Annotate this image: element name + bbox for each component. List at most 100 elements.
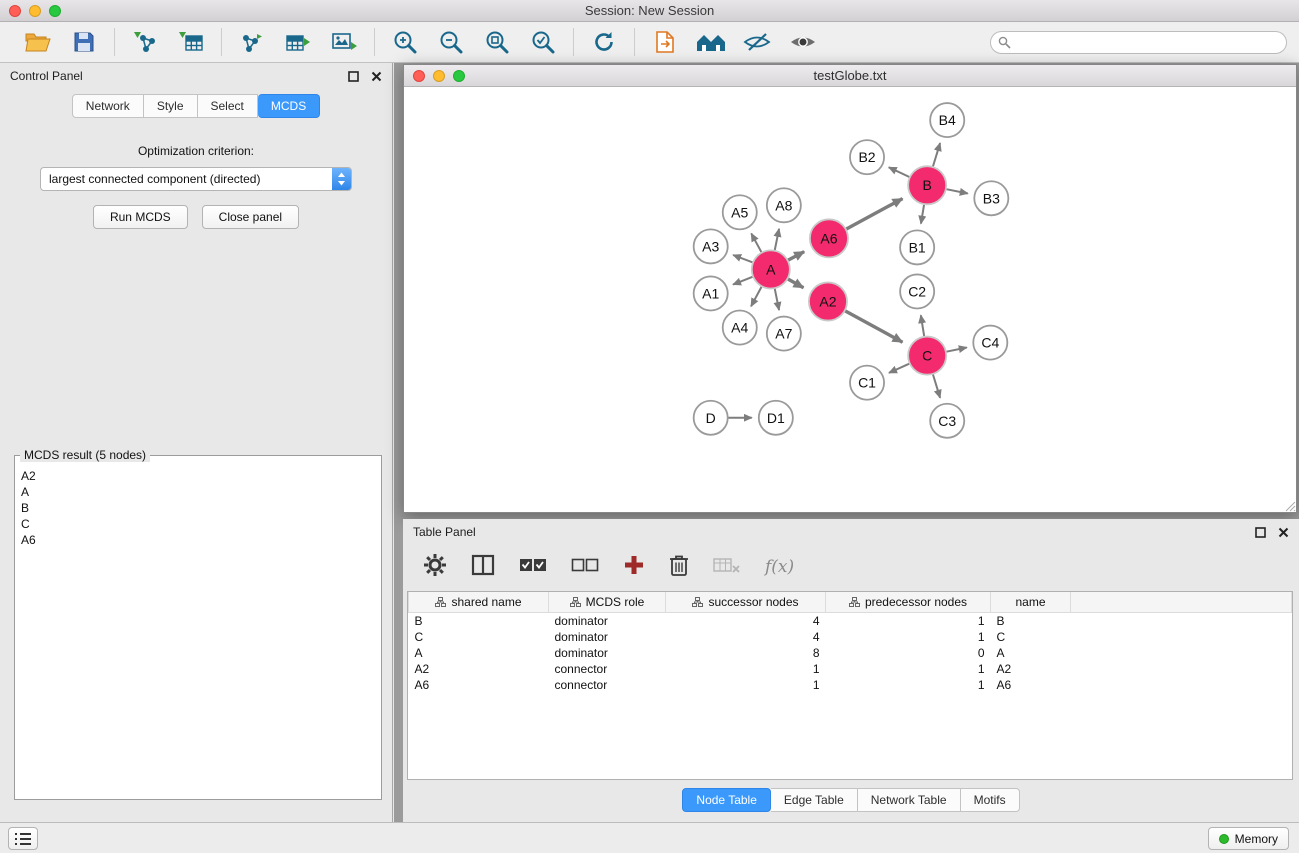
table-row[interactable]: Bdominator41B — [409, 613, 1292, 630]
network-maximize-icon[interactable] — [453, 70, 465, 82]
column-header-shared-name[interactable]: shared name — [409, 592, 549, 613]
table-cell[interactable]: A — [991, 645, 1071, 661]
tab-network-table[interactable]: Network Table — [858, 788, 961, 812]
search-input[interactable] — [990, 31, 1287, 54]
graph-node-C3[interactable]: C3 — [930, 404, 964, 438]
table-cell[interactable]: 1 — [826, 661, 991, 677]
network-window-titlebar[interactable]: testGlobe.txt — [404, 65, 1296, 87]
close-table-panel-icon[interactable] — [1278, 527, 1289, 538]
graph-edge-C-C4[interactable] — [946, 348, 967, 352]
table-cell[interactable]: 1 — [826, 613, 991, 630]
graph-node-A4[interactable]: A4 — [723, 311, 757, 345]
mcds-result-item[interactable]: B — [17, 500, 379, 516]
home-button[interactable] — [693, 26, 729, 58]
import-network-button[interactable] — [127, 26, 163, 58]
graph-node-C4[interactable]: C4 — [973, 326, 1007, 360]
table-cell[interactable]: B — [409, 613, 549, 630]
graph-edge-A-A6[interactable] — [788, 252, 805, 261]
graph-node-B2[interactable]: B2 — [850, 140, 884, 174]
zoom-fit-button[interactable] — [479, 26, 515, 58]
table-cell[interactable]: 1 — [666, 661, 826, 677]
graph-node-A2[interactable]: A2 — [809, 282, 847, 320]
table-cell[interactable]: connector — [549, 677, 666, 693]
graph-node-B3[interactable]: B3 — [974, 181, 1008, 215]
tab-edge-table[interactable]: Edge Table — [771, 788, 858, 812]
column-header-mcds-role[interactable]: MCDS role — [549, 592, 666, 613]
mcds-result-item[interactable]: A6 — [17, 532, 379, 548]
table-settings-button[interactable] — [423, 553, 447, 582]
network-minimize-icon[interactable] — [433, 70, 445, 82]
table-cell[interactable]: 1 — [666, 677, 826, 693]
tab-network[interactable]: Network — [72, 94, 144, 118]
show-hide-graphics-button[interactable] — [785, 26, 821, 58]
graph-node-C1[interactable]: C1 — [850, 366, 884, 400]
graph-node-A[interactable]: A — [752, 250, 790, 288]
mcds-result-list[interactable]: A2ABCA6 — [17, 468, 379, 797]
tab-motifs[interactable]: Motifs — [961, 788, 1020, 812]
table-cell[interactable]: 8 — [666, 645, 826, 661]
tab-mcds[interactable]: MCDS — [258, 94, 320, 118]
graph-node-D1[interactable]: D1 — [759, 401, 793, 435]
mcds-result-item[interactable]: A2 — [17, 468, 379, 484]
mcds-result-item[interactable]: A — [17, 484, 379, 500]
table-row[interactable]: Cdominator41C — [409, 629, 1292, 645]
table-cell[interactable]: dominator — [549, 613, 666, 630]
table-cell[interactable]: connector — [549, 661, 666, 677]
graph-edge-C-C3[interactable] — [933, 374, 940, 398]
table-cell[interactable]: A6 — [991, 677, 1071, 693]
graph-edge-A-A7[interactable] — [775, 288, 779, 310]
show-columns-button[interactable] — [471, 554, 495, 581]
graph-edge-B-B4[interactable] — [933, 143, 940, 167]
network-graph[interactable]: B4B2BB3A5A8A6A3B1AC2A1A2A4A7C4CC1DD1C3 — [404, 87, 1296, 512]
save-session-button[interactable] — [66, 26, 102, 58]
export-image-button[interactable] — [326, 26, 362, 58]
close-panel-button[interactable]: Close panel — [202, 205, 299, 229]
tab-style[interactable]: Style — [144, 94, 198, 118]
deselect-all-button[interactable] — [571, 556, 599, 579]
column-header-predecessor-nodes[interactable]: predecessor nodes — [826, 592, 991, 613]
table-cell[interactable]: B — [991, 613, 1071, 630]
graph-node-C2[interactable]: C2 — [900, 274, 934, 308]
zoom-in-button[interactable] — [387, 26, 423, 58]
graph-edge-A-A5[interactable] — [751, 233, 761, 252]
export-network-button[interactable] — [234, 26, 270, 58]
minimize-window-icon[interactable] — [29, 5, 41, 17]
import-table-button[interactable] — [173, 26, 209, 58]
table-cell[interactable]: 1 — [826, 677, 991, 693]
graph-node-B1[interactable]: B1 — [900, 230, 934, 264]
table-cell[interactable]: 4 — [666, 613, 826, 630]
network-close-icon[interactable] — [413, 70, 425, 82]
graph-node-A8[interactable]: A8 — [767, 188, 801, 222]
graph-node-A5[interactable]: A5 — [723, 195, 757, 229]
graph-edge-B-B2[interactable] — [889, 167, 910, 177]
task-history-button[interactable] — [8, 827, 38, 850]
delete-table-button[interactable] — [713, 555, 741, 580]
delete-row-button[interactable] — [669, 553, 689, 582]
graph-node-A3[interactable]: A3 — [694, 229, 728, 263]
style-preview-button[interactable] — [739, 26, 775, 58]
float-panel-icon[interactable] — [348, 71, 359, 82]
open-recent-file-button[interactable] — [647, 26, 683, 58]
table-cell[interactable]: 0 — [826, 645, 991, 661]
graph-node-D[interactable]: D — [694, 401, 728, 435]
table-cell[interactable]: 4 — [666, 629, 826, 645]
close-window-icon[interactable] — [9, 5, 21, 17]
table-row[interactable]: A6connector11A6 — [409, 677, 1292, 693]
graph-edge-A-A1[interactable] — [733, 277, 753, 285]
table-cell[interactable]: A — [409, 645, 549, 661]
table-cell[interactable]: C — [991, 629, 1071, 645]
table-cell[interactable]: dominator — [549, 629, 666, 645]
table-cell[interactable]: A2 — [991, 661, 1071, 677]
table-row[interactable]: A2connector11A2 — [409, 661, 1292, 677]
graph-edge-A-A3[interactable] — [733, 255, 753, 263]
tab-node-table[interactable]: Node Table — [682, 788, 771, 812]
graph-edge-C-C1[interactable] — [889, 363, 910, 372]
graph-node-A1[interactable]: A1 — [694, 276, 728, 310]
run-mcds-button[interactable]: Run MCDS — [93, 205, 188, 229]
close-panel-icon[interactable] — [371, 71, 382, 82]
resize-grip-icon[interactable] — [1282, 498, 1296, 512]
graph-edge-A6-B[interactable] — [846, 199, 903, 230]
graph-edge-C-C2[interactable] — [921, 315, 924, 337]
network-window[interactable]: testGlobe.txt B4B2BB3A5A8A6A3B1AC2A1A2A4… — [403, 64, 1297, 513]
graph-edge-B-B1[interactable] — [921, 204, 924, 224]
